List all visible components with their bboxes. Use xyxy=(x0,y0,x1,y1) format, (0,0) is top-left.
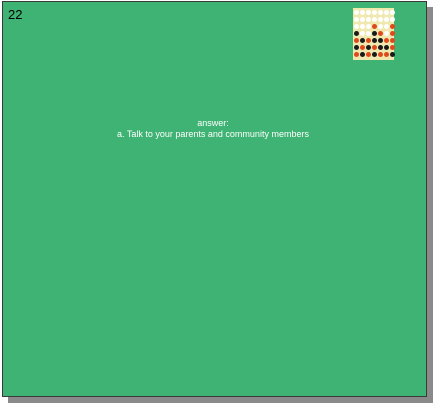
board-cell-empty xyxy=(378,24,383,29)
board-cell-red xyxy=(372,24,377,29)
board-cell-red xyxy=(366,38,371,43)
board-cell-red xyxy=(360,45,365,50)
board-cell-red xyxy=(384,38,389,43)
board-cell-red xyxy=(354,52,359,57)
board-cell-red xyxy=(366,52,371,57)
board-cell-black xyxy=(384,45,389,50)
board-cell-black xyxy=(354,31,359,36)
board-cell-empty xyxy=(354,17,359,22)
board-cell-red xyxy=(372,45,377,50)
board-cell-red xyxy=(354,38,359,43)
board-cell-empty xyxy=(390,10,395,15)
slide: 22 answer: a. Talk to your parents and c… xyxy=(2,1,427,397)
board-cell-empty xyxy=(354,10,359,15)
board-cell-empty xyxy=(384,24,389,29)
board-cell-red xyxy=(390,31,395,36)
board-cell-empty xyxy=(384,17,389,22)
board-cell-empty xyxy=(372,10,377,15)
board-cell-empty xyxy=(360,10,365,15)
answer-heading: answer: xyxy=(197,118,229,128)
board-cell-black xyxy=(354,45,359,50)
board-cell-empty xyxy=(378,10,383,15)
connect-four-board-icon[interactable] xyxy=(353,8,395,60)
board-cell-black xyxy=(360,38,365,43)
board-cell-empty xyxy=(366,17,371,22)
board-cell-empty xyxy=(354,24,359,29)
answer-block: answer: a. Talk to your parents and comm… xyxy=(3,118,423,140)
board-cell-empty xyxy=(384,10,389,15)
board-cell-red xyxy=(390,24,395,29)
board-cell-empty xyxy=(366,10,371,15)
board-cell-red xyxy=(378,52,383,57)
board-cell-red xyxy=(390,38,395,43)
board-cell-empty xyxy=(384,31,389,36)
board-cell-black xyxy=(390,52,395,57)
slide-number: 22 xyxy=(8,7,23,22)
board-cell-red xyxy=(384,52,389,57)
board-cell-empty xyxy=(378,17,383,22)
board-cell-red xyxy=(378,31,383,36)
board-cell-empty xyxy=(360,31,365,36)
board-cell-black xyxy=(378,38,383,43)
board-cell-empty xyxy=(366,31,371,36)
board-cell-empty xyxy=(366,24,371,29)
board-cell-black xyxy=(360,52,365,57)
board-cell-empty xyxy=(372,17,377,22)
board-cell-empty xyxy=(360,24,365,29)
board-cell-empty xyxy=(360,17,365,22)
board-cell-empty xyxy=(390,17,395,22)
board-cell-black xyxy=(372,31,377,36)
board-cell-red xyxy=(390,45,395,50)
board-cell-black xyxy=(366,45,371,50)
board-cell-black xyxy=(378,45,383,50)
answer-text: a. Talk to your parents and community me… xyxy=(117,129,309,139)
board-cell-black xyxy=(372,52,377,57)
board-cell-black xyxy=(372,38,377,43)
